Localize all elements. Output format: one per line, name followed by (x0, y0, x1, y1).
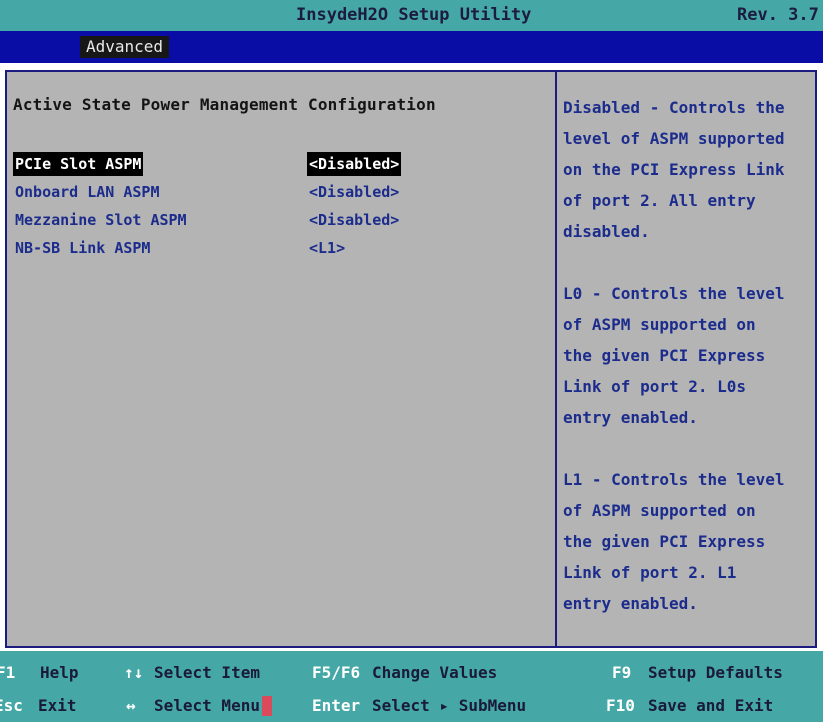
f1-desc: Help (40, 663, 79, 682)
help-line: entry enabled. (563, 408, 698, 427)
section-title: Active State Power Management Configurat… (13, 95, 436, 114)
help-panel: Disabled - Controls the level of ASPM su… (563, 92, 811, 650)
tab-advanced[interactable]: Advanced (80, 36, 170, 58)
app-title: InsydeH2O Setup Utility (296, 5, 532, 25)
help-line: disabled. (563, 222, 650, 241)
main-panel: Active State Power Management Configurat… (5, 70, 817, 648)
menu-bar: Advanced (0, 31, 823, 63)
arrow-leftright-key[interactable]: ↔ (126, 696, 136, 715)
leftright-desc: Select Menu (154, 696, 260, 715)
setting-label: NB-SB Link ASPM (15, 239, 151, 257)
help-line: Link of port 2. L0s (563, 377, 747, 396)
setting-label: Mezzanine Slot ASPM (15, 211, 187, 229)
enter-desc: Select ▸ SubMenu (372, 696, 527, 715)
f10-desc: Save and Exit (648, 696, 774, 715)
setting-row-mezzanine-slot-aspm[interactable]: Mezzanine Slot ASPM <Disabled> (7, 208, 555, 232)
f5f6-desc: Change Values (372, 663, 498, 682)
setting-label: PCIe Slot ASPM (13, 152, 144, 176)
f9-key[interactable]: F9 (612, 663, 631, 682)
key-help-footer: F1 Help ↑↓ Select Item F5/F6 Change Valu… (0, 651, 823, 722)
setting-label: Onboard LAN ASPM (15, 183, 160, 201)
esc-desc: Exit (38, 696, 77, 715)
setting-row-onboard-lan-aspm[interactable]: Onboard LAN ASPM <Disabled> (7, 180, 555, 204)
help-line: L1 - Controls the level (563, 470, 785, 489)
title-bar: InsydeH2O Setup Utility Rev. 3.7 (0, 0, 823, 31)
setting-value[interactable]: <Disabled> (307, 180, 401, 204)
help-line: L0 - Controls the level (563, 284, 785, 303)
panel-divider (555, 72, 557, 646)
help-paragraph-l1: L1 - Controls the level of ASPM supporte… (563, 464, 811, 619)
help-line: on the PCI Express Link (563, 160, 785, 179)
help-paragraph-l0: L0 - Controls the level of ASPM supporte… (563, 278, 811, 433)
help-line: the given PCI Express (563, 346, 766, 365)
help-line: Disabled - Controls the (563, 98, 785, 117)
esc-key[interactable]: Esc (0, 696, 23, 715)
f5f6-key[interactable]: F5/F6 (312, 663, 360, 682)
help-line: of ASPM supported on (563, 501, 756, 520)
help-line: of port 2. All entry (563, 191, 756, 210)
updown-desc: Select Item (154, 663, 260, 682)
arrow-updown-key[interactable]: ↑↓ (124, 663, 143, 682)
text-cursor (262, 696, 272, 716)
setting-value[interactable]: <Disabled> (307, 152, 402, 176)
help-line: Link of port 2. L1 (563, 563, 737, 582)
revision-label: Rev. 3.7 (737, 5, 819, 25)
setting-row-nb-sb-link-aspm[interactable]: NB-SB Link ASPM <L1> (7, 236, 555, 260)
help-line: of ASPM supported on (563, 315, 756, 334)
help-line: level of ASPM supported (563, 129, 785, 148)
setting-value[interactable]: <L1> (307, 236, 347, 260)
help-line: the given PCI Express (563, 532, 766, 551)
f10-key[interactable]: F10 (606, 696, 635, 715)
setting-row-pcie-slot-aspm[interactable]: PCIe Slot ASPM <Disabled> (7, 152, 555, 176)
setting-value[interactable]: <Disabled> (307, 208, 401, 232)
help-paragraph-disabled: Disabled - Controls the level of ASPM su… (563, 92, 811, 247)
f9-desc: Setup Defaults (648, 663, 783, 682)
f1-key[interactable]: F1 (0, 663, 15, 682)
enter-key[interactable]: Enter (312, 696, 360, 715)
help-line: entry enabled. (563, 594, 698, 613)
